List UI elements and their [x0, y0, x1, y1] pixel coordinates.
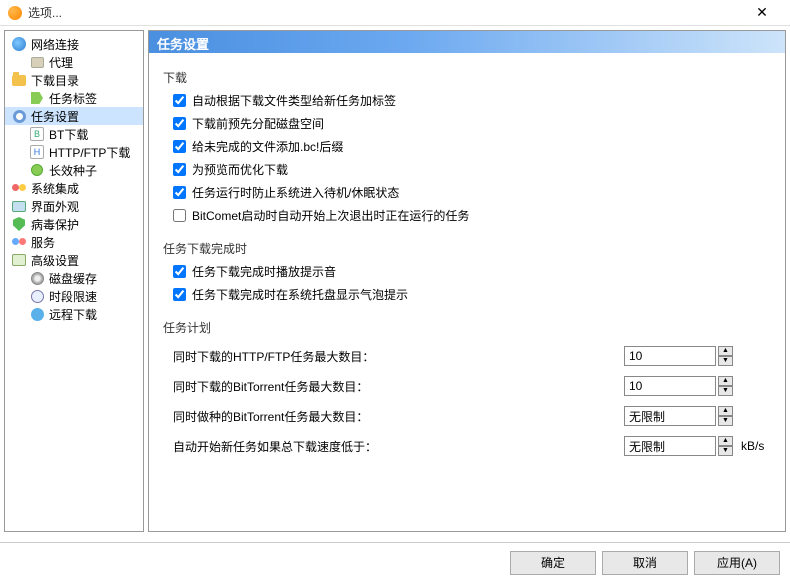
users-icon [11, 180, 27, 196]
advanced-icon [11, 252, 27, 268]
bt-icon [29, 126, 45, 142]
chk-label: 任务下载完成时播放提示音 [192, 263, 336, 280]
chk-preview-optimize[interactable] [173, 163, 186, 176]
chk-label: 给未完成的文件添加.bc!后缀 [192, 138, 343, 155]
plan-auto-start-label: 自动开始新任务如果总下载速度低于： [173, 438, 624, 455]
sidebar-item-service[interactable]: 服务 [5, 233, 143, 251]
content-panel: 任务设置 下载 自动根据下载文件类型给新任务加标签 下载前预先分配磁盘空间 给未… [148, 30, 786, 532]
sidebar-item-label: 时段限速 [49, 288, 97, 305]
chk-prealloc-disk[interactable] [173, 117, 186, 130]
plan-bt-seed-max-input[interactable] [624, 406, 716, 426]
sidebar: 网络连接 代理 下载目录 任务标签 任务设置 BT下载 HTTP/FTP下载 长… [4, 30, 144, 532]
sidebar-item-label: 任务设置 [31, 108, 79, 125]
plan-bt-dl-max-label: 同时下载的BitTorrent任务最大数目： [173, 378, 624, 395]
sidebar-item-label: 病毒保护 [31, 216, 79, 233]
plan-http-max-input[interactable] [624, 346, 716, 366]
close-button[interactable]: ✕ [742, 4, 782, 21]
sidebar-item-network[interactable]: 网络连接 [5, 35, 143, 53]
sidebar-item-label: HTTP/FTP下载 [49, 144, 130, 161]
tag-icon [29, 90, 45, 106]
chk-play-sound[interactable] [173, 265, 186, 278]
chk-label: 为预览而优化下载 [192, 161, 288, 178]
app-icon [8, 6, 22, 20]
sidebar-item-label: 任务标签 [49, 90, 97, 107]
chk-label: BitComet启动时自动开始上次退出时正在运行的任务 [192, 207, 469, 224]
sidebar-item-http-ftp[interactable]: HTTP/FTP下载 [5, 143, 143, 161]
group-plan: 任务计划 [163, 319, 771, 336]
sidebar-item-disk-cache[interactable]: 磁盘缓存 [5, 269, 143, 287]
gear-icon [11, 108, 27, 124]
spin-down-icon[interactable]: ▼ [718, 446, 733, 456]
remote-icon [29, 306, 45, 322]
disk-icon [29, 270, 45, 286]
sidebar-item-schedule-limit[interactable]: 时段限速 [5, 287, 143, 305]
folder-icon [11, 72, 27, 88]
shield-icon [11, 216, 27, 232]
service-icon [11, 234, 27, 250]
titlebar: 选项... ✕ [0, 0, 790, 26]
group-download: 下载 [163, 69, 771, 86]
spin-down-icon[interactable]: ▼ [718, 386, 733, 396]
sidebar-item-remote-download[interactable]: 远程下载 [5, 305, 143, 323]
sidebar-item-proxy[interactable]: 代理 [5, 53, 143, 71]
proxy-icon [29, 54, 45, 70]
sidebar-item-bt-download[interactable]: BT下载 [5, 125, 143, 143]
chk-auto-resume-startup[interactable] [173, 209, 186, 222]
chk-label: 下载前预先分配磁盘空间 [192, 115, 324, 132]
sidebar-item-long-seed[interactable]: 长效种子 [5, 161, 143, 179]
sidebar-item-label: 高级设置 [31, 252, 79, 269]
apply-button[interactable]: 应用(A) [694, 551, 780, 575]
sidebar-item-label: 下载目录 [31, 72, 79, 89]
sidebar-item-advanced[interactable]: 高级设置 [5, 251, 143, 269]
spin-down-icon[interactable]: ▼ [718, 416, 733, 426]
sidebar-item-label: BT下载 [49, 126, 88, 143]
seed-icon [29, 162, 45, 178]
ok-button[interactable]: 确定 [510, 551, 596, 575]
sidebar-item-ui-appearance[interactable]: 界面外观 [5, 197, 143, 215]
sidebar-item-label: 代理 [49, 54, 73, 71]
sidebar-item-download-dir[interactable]: 下载目录 [5, 71, 143, 89]
sidebar-item-label: 远程下载 [49, 306, 97, 323]
chk-balloon-tip[interactable] [173, 288, 186, 301]
spin-up-icon[interactable]: ▲ [718, 376, 733, 386]
sidebar-item-system-integration[interactable]: 系统集成 [5, 179, 143, 197]
sidebar-item-label: 长效种子 [49, 162, 97, 179]
group-complete: 任务下载完成时 [163, 240, 771, 257]
window-title: 选项... [28, 4, 742, 21]
spin-up-icon[interactable]: ▲ [718, 346, 733, 356]
plan-bt-seed-max-label: 同时做种的BitTorrent任务最大数目： [173, 408, 624, 425]
chk-label: 任务运行时防止系统进入待机/休眠状态 [192, 184, 399, 201]
monitor-icon [11, 198, 27, 214]
sidebar-item-task-settings[interactable]: 任务设置 [5, 107, 143, 125]
plan-auto-start-input[interactable] [624, 436, 716, 456]
spin-up-icon[interactable]: ▲ [718, 406, 733, 416]
chk-label: 任务下载完成时在系统托盘显示气泡提示 [192, 286, 408, 303]
cancel-button[interactable]: 取消 [602, 551, 688, 575]
chk-bc-suffix[interactable] [173, 140, 186, 153]
sidebar-item-label: 网络连接 [31, 36, 79, 53]
chk-label: 自动根据下载文件类型给新任务加标签 [192, 92, 396, 109]
sidebar-item-label: 系统集成 [31, 180, 79, 197]
chk-auto-tag[interactable] [173, 94, 186, 107]
globe-icon [11, 36, 27, 52]
spin-down-icon[interactable]: ▼ [718, 356, 733, 366]
sidebar-item-task-tag[interactable]: 任务标签 [5, 89, 143, 107]
unit-kbs: kB/s [741, 439, 771, 453]
clock-icon [29, 288, 45, 304]
sidebar-item-label: 界面外观 [31, 198, 79, 215]
footer: 确定 取消 应用(A) [0, 542, 790, 582]
panel-title: 任务设置 [149, 31, 785, 53]
http-icon [29, 144, 45, 160]
sidebar-item-virus-protection[interactable]: 病毒保护 [5, 215, 143, 233]
chk-prevent-sleep[interactable] [173, 186, 186, 199]
plan-bt-dl-max-input[interactable] [624, 376, 716, 396]
sidebar-item-label: 磁盘缓存 [49, 270, 97, 287]
sidebar-item-label: 服务 [31, 234, 55, 251]
spin-up-icon[interactable]: ▲ [718, 436, 733, 446]
plan-http-max-label: 同时下载的HTTP/FTP任务最大数目： [173, 348, 624, 365]
